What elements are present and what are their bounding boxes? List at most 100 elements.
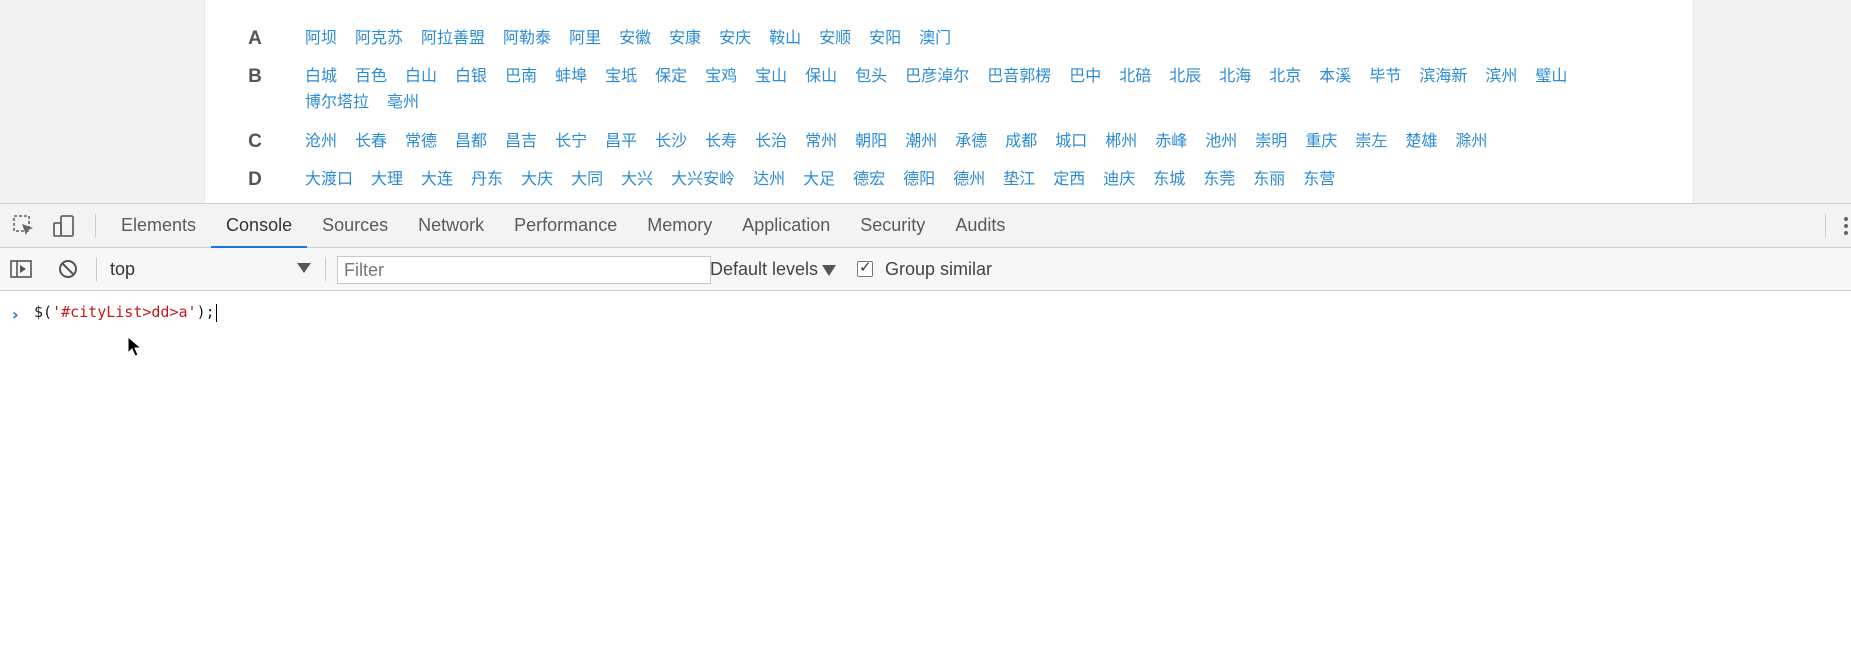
city-link[interactable]: 蚌埠 [555,64,587,90]
city-link[interactable]: 博尔塔拉 [305,90,369,116]
city-link[interactable]: 滁州 [1455,129,1487,155]
city-link[interactable]: 阿克苏 [355,26,403,52]
console-output[interactable]: › $('#cityList>dd>a'); [0,291,1851,666]
tab-sources[interactable]: Sources [307,204,403,247]
city-link[interactable]: 常德 [405,129,437,155]
city-link[interactable]: 东营 [1303,167,1335,193]
city-link[interactable]: 潮州 [905,129,937,155]
tab-security[interactable]: Security [845,204,940,247]
city-link[interactable]: 沧州 [305,129,337,155]
city-link[interactable]: 长宁 [555,129,587,155]
inspect-element-icon[interactable] [12,214,36,238]
city-link[interactable]: 滨海新 [1419,64,1467,90]
city-link[interactable]: 常州 [805,129,837,155]
city-link[interactable]: 昌都 [455,129,487,155]
city-link[interactable]: 白山 [405,64,437,90]
city-link[interactable]: 安阳 [869,26,901,52]
city-link[interactable]: 宝坻 [605,64,637,90]
more-options-icon[interactable] [1841,204,1851,247]
city-link[interactable]: 达州 [753,167,785,193]
city-link[interactable]: 德州 [953,167,985,193]
log-levels-dropdown[interactable]: Default levels [710,256,837,282]
tab-console[interactable]: Console [211,204,308,248]
city-link[interactable]: 大庆 [521,167,553,193]
city-link[interactable]: 城口 [1055,129,1087,155]
tab-memory[interactable]: Memory [632,204,727,247]
city-link[interactable]: 保山 [805,64,837,90]
city-link[interactable]: 大理 [371,167,403,193]
tab-audits[interactable]: Audits [940,204,1020,247]
city-link[interactable]: 垫江 [1003,167,1035,193]
city-link[interactable]: 朝阳 [855,129,887,155]
city-link[interactable]: 重庆 [1305,129,1337,155]
city-link[interactable]: 毕节 [1369,64,1401,90]
tab-network[interactable]: Network [403,204,499,247]
city-link[interactable]: 保定 [655,64,687,90]
city-link[interactable]: 大渡口 [305,167,353,193]
city-link[interactable]: 包头 [855,64,887,90]
city-link[interactable]: 亳州 [387,90,419,116]
city-link[interactable]: 宝山 [755,64,787,90]
city-link[interactable]: 大连 [421,167,453,193]
console-input[interactable]: $('#cityList>dd>a'); [34,303,217,322]
city-link[interactable]: 东丽 [1253,167,1285,193]
chevron-down-icon[interactable] [297,263,311,273]
city-link[interactable]: 东城 [1153,167,1185,193]
city-link[interactable]: 丹东 [471,167,503,193]
city-link[interactable]: 迪庆 [1103,167,1135,193]
tab-application[interactable]: Application [727,204,845,247]
city-link[interactable]: 滨州 [1485,64,1517,90]
clear-console-icon[interactable] [56,257,80,281]
city-link[interactable]: 宝鸡 [705,64,737,90]
group-similar-checkbox[interactable] [857,258,873,277]
city-link[interactable]: 百色 [355,64,387,90]
city-link[interactable]: 定西 [1053,167,1085,193]
city-link[interactable]: 大兴安岭 [671,167,735,193]
console-sidebar-icon[interactable] [9,257,33,281]
city-link[interactable]: 巴南 [505,64,537,90]
city-link[interactable]: 阿拉善盟 [421,26,485,52]
city-link[interactable]: 巴彦淖尔 [905,64,969,90]
city-link[interactable]: 长寿 [705,129,737,155]
city-link[interactable]: 昌吉 [505,129,537,155]
city-link[interactable]: 安康 [669,26,701,52]
city-link[interactable]: 长治 [755,129,787,155]
city-link[interactable]: 长沙 [655,129,687,155]
city-link[interactable]: 鞍山 [769,26,801,52]
tab-performance[interactable]: Performance [499,204,632,247]
city-link[interactable]: 德宏 [853,167,885,193]
city-link[interactable]: 北京 [1269,64,1301,90]
city-link[interactable]: 安庆 [719,26,751,52]
city-link[interactable]: 北碚 [1119,64,1151,90]
city-link[interactable]: 成都 [1005,129,1037,155]
city-link[interactable]: 东莞 [1203,167,1235,193]
city-link[interactable]: 巴中 [1069,64,1101,90]
city-link[interactable]: 郴州 [1105,129,1137,155]
city-link[interactable]: 大同 [571,167,603,193]
city-link[interactable]: 白城 [305,64,337,90]
city-link[interactable]: 承德 [955,129,987,155]
city-link[interactable]: 德阳 [903,167,935,193]
city-link[interactable]: 阿勒泰 [503,26,551,52]
context-select[interactable]: top [110,256,315,282]
city-link[interactable]: 昌平 [605,129,637,155]
city-link[interactable]: 池州 [1205,129,1237,155]
city-link[interactable]: 巴音郭楞 [987,64,1051,90]
city-link[interactable]: 崇左 [1355,129,1387,155]
city-link[interactable]: 白银 [455,64,487,90]
city-link[interactable]: 阿里 [569,26,601,52]
city-link[interactable]: 大兴 [621,167,653,193]
city-link[interactable]: 赤峰 [1155,129,1187,155]
city-link[interactable]: 本溪 [1319,64,1351,90]
city-link[interactable]: 安徽 [619,26,651,52]
city-link[interactable]: 璧山 [1535,64,1567,90]
city-link[interactable]: 阿坝 [305,26,337,52]
city-link[interactable]: 大足 [803,167,835,193]
city-link[interactable]: 安顺 [819,26,851,52]
city-link[interactable]: 北辰 [1169,64,1201,90]
city-link[interactable]: 北海 [1219,64,1251,90]
city-link[interactable]: 澳门 [919,26,951,52]
city-link[interactable]: 长春 [355,129,387,155]
tab-elements[interactable]: Elements [106,204,211,247]
filter-input[interactable] [337,256,711,284]
